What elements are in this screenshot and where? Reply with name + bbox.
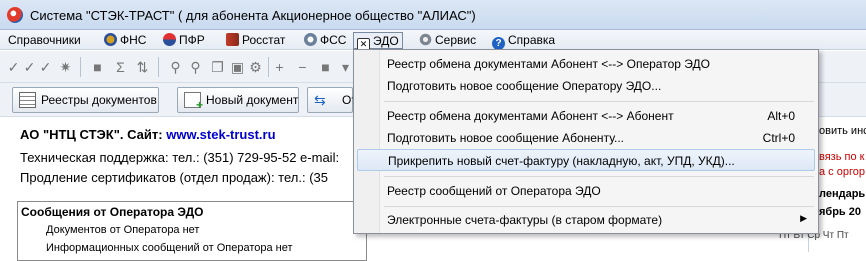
install-link[interactable]: овить инс (819, 125, 866, 137)
menu-help-label: Справка (508, 33, 556, 47)
menu-item-label: Реестр сообщений от Оператора ЭДО (387, 184, 601, 198)
menu-pfr[interactable]: ПФР (160, 32, 208, 49)
window-title: Система "СТЭК-ТРАСТ" ( для абонента Акци… (30, 8, 476, 23)
app-logo-icon (7, 7, 23, 23)
menu-service[interactable]: Сервис (416, 32, 479, 49)
toolbar-separator (268, 57, 269, 77)
filter-icon[interactable]: ■ (90, 60, 105, 75)
menu-item-operator-messages-registry[interactable]: Реестр сообщений от Оператора ЭДО (357, 180, 815, 202)
cert-info: Продление сертификатов (отдел продаж): т… (20, 170, 328, 185)
calendar-title: лендарь (819, 188, 866, 200)
toolbar-separator (158, 57, 159, 77)
new-document-icon: + (184, 92, 203, 111)
menu-item-label: Прикрепить новый счет-фактуру (накладную… (388, 154, 735, 168)
menu-item-shortcut: Alt+0 (767, 109, 795, 123)
down-icon[interactable]: ▾ (338, 60, 353, 75)
menu-fss-label: ФСС (320, 33, 347, 47)
menu-item-label: Реестр обмена документами Абонент <--> А… (387, 109, 674, 123)
sign-icon[interactable]: ⚲ (188, 60, 203, 75)
check-icon[interactable]: ✓ (6, 60, 21, 75)
menu-item-label: Подготовить новое сообщение Абоненту... (387, 131, 624, 145)
operator-messages-table: Сообщения от Оператора ЭДО Документов от… (17, 201, 367, 261)
contact-warning: вязь по к (819, 151, 865, 163)
submenu-arrow-icon: ▶ (800, 213, 807, 223)
menu-item-shortcut: Ctrl+0 (762, 131, 795, 145)
exchange-icon: ⇆ (314, 92, 326, 108)
toolbar-separator (80, 57, 81, 77)
menu-item-attach-invoice[interactable]: Прикрепить новый счет-фактуру (накладную… (357, 149, 815, 171)
table-header: Сообщения от Оператора ЭДО (21, 205, 204, 219)
stop-icon[interactable]: ■ (318, 60, 333, 75)
menu-item-label: Электронные счета-фактуры (в старом форм… (387, 213, 663, 227)
menu-item-old-format-invoices[interactable]: Электронные счета-фактуры (в старом форм… (357, 209, 815, 231)
menu-pfr-label: ПФР (179, 33, 205, 47)
list-item[interactable]: Информационных сообщений от Оператора не… (46, 242, 293, 254)
company-info: АО "НТЦ СТЭК". Сайт: www.stek-trust.ru (20, 127, 276, 142)
menu-separator (384, 176, 814, 177)
menu-edo[interactable]: ✕ ЭДО (353, 32, 403, 51)
menu-item-operator-registry[interactable]: Реестр обмена документами Абонент <--> О… (357, 53, 815, 75)
sum-icon[interactable]: Σ (113, 60, 128, 75)
calendar-month: ябрь 20 (819, 206, 861, 218)
menu-help[interactable]: ? Справка (489, 32, 558, 50)
registry-icon (19, 92, 36, 108)
menu-separator (384, 206, 814, 207)
new-document-button[interactable]: + Новый документ (177, 87, 299, 113)
gear-icon (419, 33, 432, 46)
menu-item-subscriber-registry[interactable]: Реестр обмена документами Абонент <--> А… (357, 105, 815, 127)
menu-item-label: Реестр обмена документами Абонент <--> О… (387, 57, 710, 71)
org-warning: а с оргор (819, 166, 865, 178)
gear-icon[interactable]: ⚙ (248, 60, 263, 75)
support-info: Техническая поддержка: тел.: (351) 729-9… (20, 150, 340, 165)
list-item[interactable]: Документов от Оператора нет (46, 224, 199, 236)
copy-icon[interactable]: ❐ (210, 60, 225, 75)
menu-references-label: Справочники (8, 33, 81, 47)
menu-item-label: Подготовить новое сообщение Оператору ЭД… (387, 79, 662, 93)
export-icon[interactable]: ▣ (230, 60, 245, 75)
rosstat-icon (226, 33, 239, 46)
menu-references[interactable]: Справочники (5, 32, 84, 49)
menu-fns-label: ФНС (120, 33, 147, 47)
add-icon[interactable]: + (272, 60, 287, 75)
menu-edo-label: ЭДО (373, 34, 399, 48)
check-all-icon[interactable]: ✓ (38, 60, 53, 75)
title-bar: Система "СТЭК-ТРАСТ" ( для абонента Акци… (0, 0, 866, 30)
double-check-icon[interactable]: ✓ (22, 60, 37, 75)
menu-item-new-operator-message[interactable]: Подготовить новое сообщение Оператору ЭД… (357, 75, 815, 97)
menu-service-label: Сервис (435, 33, 477, 47)
menu-rosstat-label: Росстат (242, 33, 286, 47)
pfr-icon (163, 33, 176, 46)
fns-icon (104, 33, 117, 46)
registry-button[interactable]: Реестры документов (12, 87, 159, 113)
menu-item-new-subscriber-message[interactable]: Подготовить новое сообщение Абоненту... … (357, 127, 815, 149)
key-icon[interactable]: ⚲ (168, 60, 183, 75)
menu-bar: Справочники ФНС ПФР Росстат ФСС ✕ ЭДО Сер… (0, 30, 866, 51)
remove-icon[interactable]: − (295, 60, 310, 75)
company-name: АО "НТЦ СТЭК". Сайт: (20, 127, 163, 142)
menu-separator (384, 101, 814, 102)
registry-button-label: Реестры документов (41, 93, 157, 107)
fss-icon (304, 33, 317, 46)
edo-dropdown-menu: Реестр обмена документами Абонент <--> О… (353, 49, 819, 234)
sun-icon[interactable]: ✷ (58, 60, 73, 75)
send-button[interactable]: ⇆ От (307, 87, 357, 113)
sort-icon[interactable]: ⇅ (135, 60, 150, 75)
menu-fns[interactable]: ФНС (101, 32, 149, 49)
new-document-button-label: Новый документ (206, 93, 299, 107)
menu-rosstat[interactable]: Росстат (223, 32, 288, 49)
menu-fss[interactable]: ФСС (301, 32, 349, 49)
company-site-link[interactable]: www.stek-trust.ru (166, 127, 275, 142)
